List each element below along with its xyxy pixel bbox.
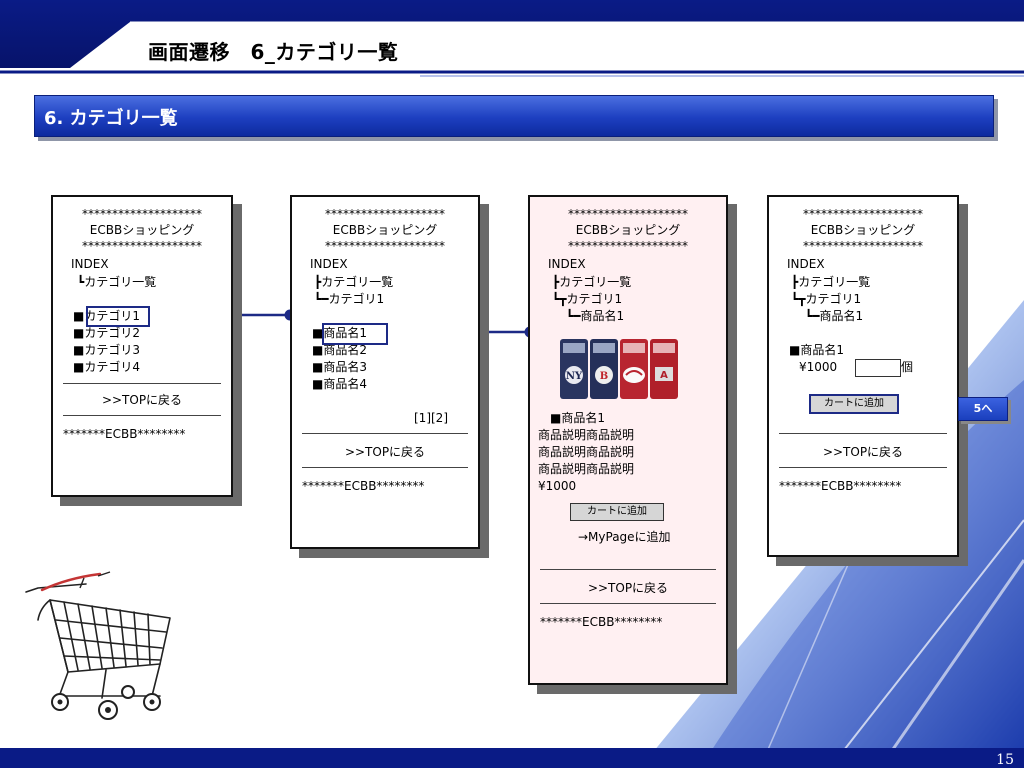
back-to-top-link[interactable]: >>TOPに戻る [53, 391, 231, 409]
back-to-top-link[interactable]: >>TOPに戻る [292, 443, 478, 461]
highlight-box [322, 323, 388, 345]
screen-category-index: ******************** ECBBショッピング ********… [51, 195, 233, 497]
add-to-cart-button[interactable]: カートに追加 [570, 503, 664, 521]
stars-line: ******************** [325, 239, 445, 253]
product-description: 商品説明商品説明 [538, 428, 635, 442]
breadcrumb-category[interactable]: ┗┳カテゴリ1 [791, 290, 861, 308]
footer-text: *******ECBB******** [540, 615, 663, 629]
stars-line: ******************** [803, 239, 923, 253]
product-name: ■商品名1 [550, 411, 605, 425]
product-description: 商品説明商品説明 [538, 445, 635, 459]
page-number: 15 [996, 752, 1014, 768]
shopping-cart-illustration [25, 571, 171, 720]
product-image: NY B A [558, 335, 686, 403]
next-step-label: 5へ [958, 397, 1008, 421]
product-price: ¥1000 [538, 479, 577, 493]
pager[interactable]: [1][2] [414, 409, 448, 427]
breadcrumb-category[interactable]: ┗━カテゴリ1 [314, 290, 384, 308]
divider [302, 433, 468, 434]
screen-add-to-cart: ******************** ECBBショッピング ********… [767, 195, 959, 557]
add-to-cart-button[interactable]: カートに追加 [809, 394, 899, 414]
divider [540, 569, 716, 570]
divider [63, 383, 221, 384]
index-link[interactable]: INDEX [548, 255, 586, 273]
divider [302, 467, 468, 468]
add-to-mypage-link[interactable]: →MyPageに追加 [578, 528, 671, 546]
divider [63, 415, 221, 416]
svg-text:NY: NY [566, 371, 583, 382]
footer-text: *******ECBB******** [63, 427, 186, 441]
product-description: 商品説明商品説明 [538, 462, 635, 476]
breadcrumb-category-list[interactable]: ┣カテゴリ一覧 [791, 273, 870, 291]
stars-line: ******************** [82, 239, 202, 253]
product-price: ¥1000 [799, 360, 838, 374]
highlight-box [86, 306, 150, 327]
back-to-top-link[interactable]: >>TOPに戻る [530, 579, 726, 597]
category-item[interactable]: ■カテゴリ3 [73, 341, 140, 359]
back-to-top-link[interactable]: >>TOPに戻る [769, 443, 957, 461]
svg-text:A: A [660, 370, 668, 381]
breadcrumb-category-list[interactable]: ┗カテゴリ一覧 [77, 273, 156, 291]
category-item[interactable]: ■カテゴリ4 [73, 358, 140, 376]
product-item[interactable]: ■商品名3 [312, 358, 367, 376]
screen-product-detail: ******************** ECBBショッピング ********… [528, 195, 728, 685]
breadcrumb-category-list[interactable]: ┣カテゴリ一覧 [552, 273, 631, 291]
screen-product-list: ******************** ECBBショッピング ********… [290, 195, 480, 549]
breadcrumb-product[interactable]: ┗━商品名1 [566, 307, 624, 325]
product-name: ■商品名1 [789, 343, 844, 357]
stars-line: ******************** [568, 239, 688, 253]
breadcrumb-category[interactable]: ┗┳カテゴリ1 [552, 290, 622, 308]
divider [779, 467, 947, 468]
svg-text:B: B [600, 371, 608, 382]
footer-text: *******ECBB******** [779, 479, 902, 493]
index-link[interactable]: INDEX [310, 255, 348, 273]
footer-text: *******ECBB******** [302, 479, 425, 493]
divider [540, 603, 716, 604]
breadcrumb-category-list[interactable]: ┣カテゴリ一覧 [314, 273, 393, 291]
product-item[interactable]: ■商品名4 [312, 375, 367, 393]
divider [779, 433, 947, 434]
index-link[interactable]: INDEX [71, 255, 109, 273]
breadcrumb-product[interactable]: ┗━商品名1 [805, 307, 863, 325]
index-link[interactable]: INDEX [787, 255, 825, 273]
quantity-unit: 個 [901, 360, 914, 374]
quantity-input[interactable] [855, 359, 901, 377]
